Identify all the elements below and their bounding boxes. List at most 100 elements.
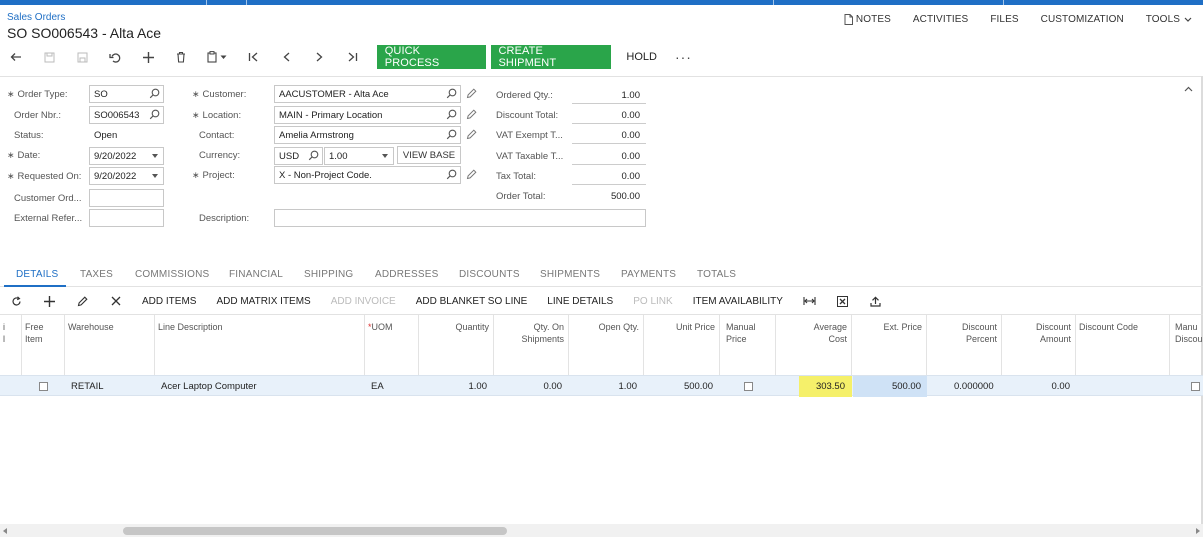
order-type-selector[interactable]: SO xyxy=(89,85,164,103)
column-header-line-description[interactable]: Line Description xyxy=(155,315,365,375)
order-nbr-selector[interactable]: SO006543 xyxy=(89,106,164,124)
files-button[interactable]: FILES xyxy=(990,14,1018,25)
currency-rate-dropdown[interactable]: 1.00 xyxy=(324,147,394,165)
discount-code-cell[interactable] xyxy=(1076,376,1170,397)
tab-discounts[interactable]: DISCOUNTS xyxy=(459,269,520,280)
edit-row-button[interactable] xyxy=(66,290,99,312)
notes-button[interactable]: NOTES xyxy=(844,14,891,25)
line-details-button[interactable]: LINE DETAILS xyxy=(537,290,623,312)
previous-record-button[interactable] xyxy=(270,45,303,69)
tab-financial[interactable]: FINANCIAL xyxy=(229,269,283,280)
currency-selector[interactable]: USD xyxy=(274,147,323,165)
column-header-free-item[interactable]: Free Item xyxy=(22,315,65,375)
tab-addresses[interactable]: ADDRESSES xyxy=(375,269,439,280)
manual-discount-checkbox[interactable] xyxy=(1191,382,1200,391)
tab-details[interactable]: DETAILS xyxy=(16,269,58,280)
add-row-button[interactable] xyxy=(33,290,66,312)
tab-totals[interactable]: TOTALS xyxy=(697,269,736,280)
customization-button[interactable]: CUSTOMIZATION xyxy=(1041,14,1124,25)
uom-cell[interactable]: EA xyxy=(371,376,419,397)
quick-process-button[interactable]: QUICK PROCESS xyxy=(376,45,486,69)
tab-shipments[interactable]: SHIPMENTS xyxy=(540,269,600,280)
project-selector[interactable]: X - Non-Project Code. xyxy=(274,166,461,184)
column-header-open-qty[interactable]: Open Qty. xyxy=(569,315,644,375)
tab-shipping[interactable]: SHIPPING xyxy=(304,269,353,280)
back-button[interactable] xyxy=(0,45,33,69)
description-input[interactable] xyxy=(274,209,646,227)
column-header-discount-amount[interactable]: Discount Amount xyxy=(1002,315,1076,375)
tools-button[interactable]: TOOLS xyxy=(1146,14,1195,25)
next-record-button[interactable] xyxy=(303,45,336,69)
location-selector[interactable]: MAIN - Primary Location xyxy=(274,106,461,124)
column-header-uom[interactable]: *UOM xyxy=(365,315,419,375)
hold-button[interactable]: HOLD xyxy=(616,45,667,69)
save-button[interactable] xyxy=(66,45,99,69)
ext-price-cell[interactable]: 500.00 xyxy=(853,376,927,397)
breadcrumb[interactable]: Sales Orders xyxy=(7,12,65,23)
column-header-average-cost[interactable]: Average Cost xyxy=(776,315,852,375)
warehouse-cell[interactable]: RETAIL xyxy=(71,376,155,397)
column-header-discount-percent[interactable]: Discount Percent xyxy=(927,315,1002,375)
delete-row-button[interactable] xyxy=(99,290,132,312)
customer-selector[interactable]: AACUSTOMER - Alta Ace xyxy=(274,85,461,103)
horizontal-scroll-thumb[interactable] xyxy=(123,527,507,535)
column-header-warehouse[interactable]: Warehouse xyxy=(65,315,155,375)
last-record-button[interactable] xyxy=(336,45,369,69)
more-actions-button[interactable]: ··· xyxy=(667,49,700,65)
column-header-unit-price[interactable]: Unit Price xyxy=(644,315,720,375)
column-header-manual-discount[interactable]: Manu Discou xyxy=(1170,315,1203,375)
free-item-checkbox[interactable] xyxy=(39,382,48,391)
unit-price-cell[interactable]: 500.00 xyxy=(644,376,713,397)
external-ref-input[interactable] xyxy=(89,209,164,227)
copy-paste-button[interactable] xyxy=(197,45,237,69)
activities-button[interactable]: ACTIVITIES xyxy=(913,14,968,25)
item-availability-button[interactable]: ITEM AVAILABILITY xyxy=(683,290,793,312)
add-blanket-so-line-button[interactable]: ADD BLANKET SO LINE xyxy=(406,290,538,312)
scroll-left-icon[interactable] xyxy=(3,528,7,534)
external-ref-label: External Refer... xyxy=(14,213,83,224)
create-shipment-button[interactable]: CREATE SHIPMENT xyxy=(490,45,612,69)
upload-button[interactable] xyxy=(859,290,892,312)
view-base-button[interactable]: VIEW BASE xyxy=(397,146,461,164)
column-header-qty-on-shipments[interactable]: Qty. On Shipments xyxy=(494,315,569,375)
undo-button[interactable] xyxy=(99,45,132,69)
add-items-button[interactable]: ADD ITEMS xyxy=(132,290,206,312)
order-total-label: Order Total: xyxy=(496,191,546,202)
add-matrix-items-button[interactable]: ADD MATRIX ITEMS xyxy=(206,290,320,312)
contact-selector[interactable]: Amelia Armstrong xyxy=(274,126,461,144)
fit-columns-button[interactable] xyxy=(793,290,826,312)
add-invoice-button[interactable]: ADD INVOICE xyxy=(321,290,406,312)
line-description-cell[interactable]: Acer Laptop Computer xyxy=(161,376,365,397)
edit-location-icon[interactable] xyxy=(466,109,477,120)
tab-commissions[interactable]: COMMISSIONS xyxy=(135,269,209,280)
refresh-button[interactable] xyxy=(0,290,33,312)
table-row[interactable]: RETAIL Acer Laptop Computer EA 1.00 0.00… xyxy=(0,375,1203,397)
edit-customer-icon[interactable] xyxy=(466,88,477,99)
tab-payments[interactable]: PAYMENTS xyxy=(621,269,676,280)
tab-taxes[interactable]: TAXES xyxy=(80,269,113,280)
grid-toolbar: ADD ITEMS ADD MATRIX ITEMS ADD INVOICE A… xyxy=(0,290,1203,312)
po-link-button[interactable]: PO LINK xyxy=(623,290,682,312)
requested-on-picker[interactable]: 9/20/2022 xyxy=(89,167,164,185)
add-button[interactable] xyxy=(132,45,165,69)
column-header-i[interactable]: i l xyxy=(0,315,22,375)
first-record-button[interactable] xyxy=(237,45,270,69)
customer-order-input[interactable] xyxy=(89,189,164,207)
delete-button[interactable] xyxy=(164,45,197,69)
column-header-quantity[interactable]: Quantity xyxy=(419,315,494,375)
quantity-cell[interactable]: 1.00 xyxy=(419,376,488,397)
discount-percent-cell[interactable]: 0.000000 xyxy=(954,376,1002,397)
edit-contact-icon[interactable] xyxy=(466,129,477,140)
discount-amount-cell[interactable]: 0.00 xyxy=(1002,376,1071,397)
save-close-button[interactable] xyxy=(33,45,66,69)
date-picker[interactable]: 9/20/2022 xyxy=(89,147,164,165)
export-excel-button[interactable] xyxy=(826,290,859,312)
scroll-right-icon[interactable] xyxy=(1196,528,1200,534)
column-header-manual-price[interactable]: Manual Price xyxy=(720,315,776,375)
manual-price-checkbox[interactable] xyxy=(743,382,753,391)
collapse-header-button[interactable] xyxy=(1184,84,1193,95)
edit-project-icon[interactable] xyxy=(466,169,477,180)
column-header-discount-code[interactable]: Discount Code xyxy=(1076,315,1170,375)
open-qty-cell: 1.00 xyxy=(618,381,638,392)
column-header-ext-price[interactable]: Ext. Price xyxy=(852,315,927,375)
